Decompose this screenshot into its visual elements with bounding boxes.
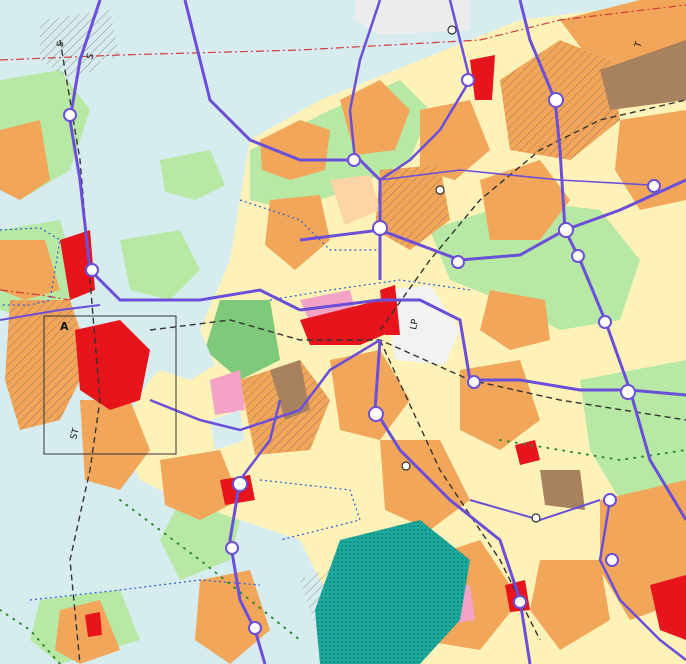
- industry-area: [540, 470, 585, 510]
- station-marker: [531, 513, 541, 523]
- interchange-marker: [620, 384, 636, 400]
- interchange-marker: [85, 263, 99, 277]
- interchange-marker: [63, 108, 77, 122]
- interchange-marker: [461, 73, 475, 87]
- city-centre-area: [85, 612, 102, 637]
- interchange-marker: [513, 595, 527, 609]
- interchange-marker: [232, 476, 248, 492]
- interchange-marker: [451, 255, 465, 269]
- land-use-map: S S T ST LP A: [0, 0, 686, 664]
- interchange-marker: [347, 153, 361, 167]
- interchange-marker: [548, 92, 564, 108]
- station-marker: [435, 185, 445, 195]
- interchange-marker: [603, 493, 617, 507]
- label-a: A: [60, 320, 69, 333]
- interchange-marker: [598, 315, 612, 329]
- interchange-marker: [571, 249, 585, 263]
- interchange-marker: [368, 406, 384, 422]
- interchange-marker: [605, 553, 619, 567]
- interchange-marker: [558, 222, 574, 238]
- station-marker: [447, 25, 457, 35]
- interchange-marker: [467, 375, 481, 389]
- interchange-marker: [372, 220, 388, 236]
- interchange-marker: [225, 541, 239, 555]
- interchange-marker: [248, 621, 262, 635]
- station-marker: [401, 461, 411, 471]
- interchange-marker: [647, 179, 661, 193]
